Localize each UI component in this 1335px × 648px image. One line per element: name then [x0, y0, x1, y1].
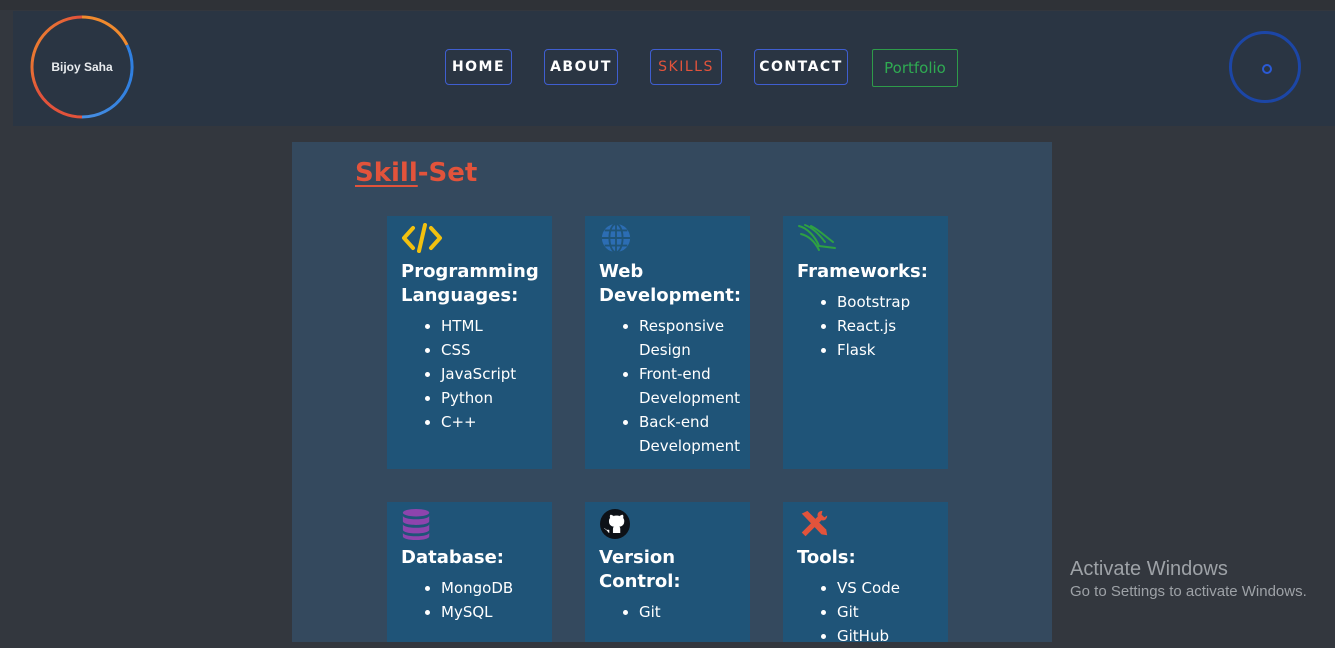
skill-list: VS Code Git GitHub — [797, 576, 948, 648]
skill-item: React.js — [837, 314, 948, 338]
globe-icon — [599, 222, 750, 254]
skill-item: Responsive Design — [639, 314, 750, 362]
nav-home[interactable]: HOME — [445, 49, 512, 85]
skill-list: HTML CSS JavaScript Python C++ — [401, 314, 552, 434]
tools-icon — [797, 508, 948, 540]
section-title-part1: Skill — [355, 158, 418, 188]
skill-list: MongoDB MySQL — [401, 576, 552, 624]
skill-card-web-development: Web Development: Responsive Design Front… — [585, 216, 750, 469]
skill-card-title: Database: — [401, 547, 504, 568]
skill-item: HTML — [441, 314, 552, 338]
skill-card-title: Tools: — [797, 547, 856, 568]
nav-skills[interactable]: SKILLS — [650, 49, 722, 85]
skill-item: Flask — [837, 338, 948, 362]
flask-framework-icon — [797, 222, 948, 254]
nav-contact[interactable]: CONTACT — [754, 49, 848, 85]
skill-list: Responsive Design Front-end Development … — [599, 314, 750, 458]
section-title: Skill-Set — [355, 158, 477, 188]
skill-card-tools: Tools: VS Code Git GitHub — [783, 502, 948, 645]
skill-card-title: Web Development: — [599, 261, 742, 306]
skill-card-frameworks: Frameworks: Bootstrap React.js Flask — [783, 216, 948, 469]
skill-item: Bootstrap — [837, 290, 948, 314]
database-icon — [401, 508, 552, 540]
skill-item: C++ — [441, 410, 552, 434]
toggle-dot-icon — [1262, 64, 1272, 74]
skill-card-version-control: Version Control: Git — [585, 502, 750, 642]
section-title-part2: -Set — [417, 158, 478, 188]
skill-item: MySQL — [441, 600, 552, 624]
windows-activation-watermark: Activate Windows Go to Settings to activ… — [1070, 558, 1307, 600]
navbar: Bijoy Saha HOME ABOUT SKILLS CONTACT Por… — [13, 11, 1335, 126]
skills-section: Skill-Set Programming Languages: HTML CS… — [292, 142, 1052, 645]
nav-about[interactable]: ABOUT — [544, 49, 618, 85]
skill-item: Back-end Development — [639, 410, 750, 458]
code-icon — [401, 222, 552, 254]
nav-links: HOME ABOUT SKILLS CONTACT Portfolio — [13, 49, 1335, 89]
skill-card-title: Version Control: — [599, 547, 681, 592]
github-icon — [599, 508, 750, 540]
skill-item: GitHub — [837, 624, 948, 648]
skill-card-title: Frameworks: — [797, 261, 928, 282]
skill-item: Git — [837, 600, 948, 624]
skill-item: JavaScript — [441, 362, 552, 386]
skill-item: CSS — [441, 338, 552, 362]
skill-item: Front-end Development — [639, 362, 750, 410]
top-strip — [0, 0, 1335, 10]
skill-item: MongoDB — [441, 576, 552, 600]
skill-item: VS Code — [837, 576, 948, 600]
skill-list: Bootstrap React.js Flask — [797, 290, 948, 362]
watermark-title: Activate Windows — [1070, 558, 1228, 580]
watermark-subtitle: Go to Settings to activate Windows. — [1070, 583, 1307, 600]
theme-toggle-button[interactable] — [1229, 31, 1301, 103]
nav-portfolio[interactable]: Portfolio — [872, 49, 958, 87]
skill-list: Git — [599, 600, 750, 624]
skill-card-title: Programming Languages: — [401, 261, 539, 306]
skill-card-programming: Programming Languages: HTML CSS JavaScri… — [387, 216, 552, 469]
skill-item: Git — [639, 600, 750, 624]
skill-item: Python — [441, 386, 552, 410]
skill-card-database: Database: MongoDB MySQL — [387, 502, 552, 642]
